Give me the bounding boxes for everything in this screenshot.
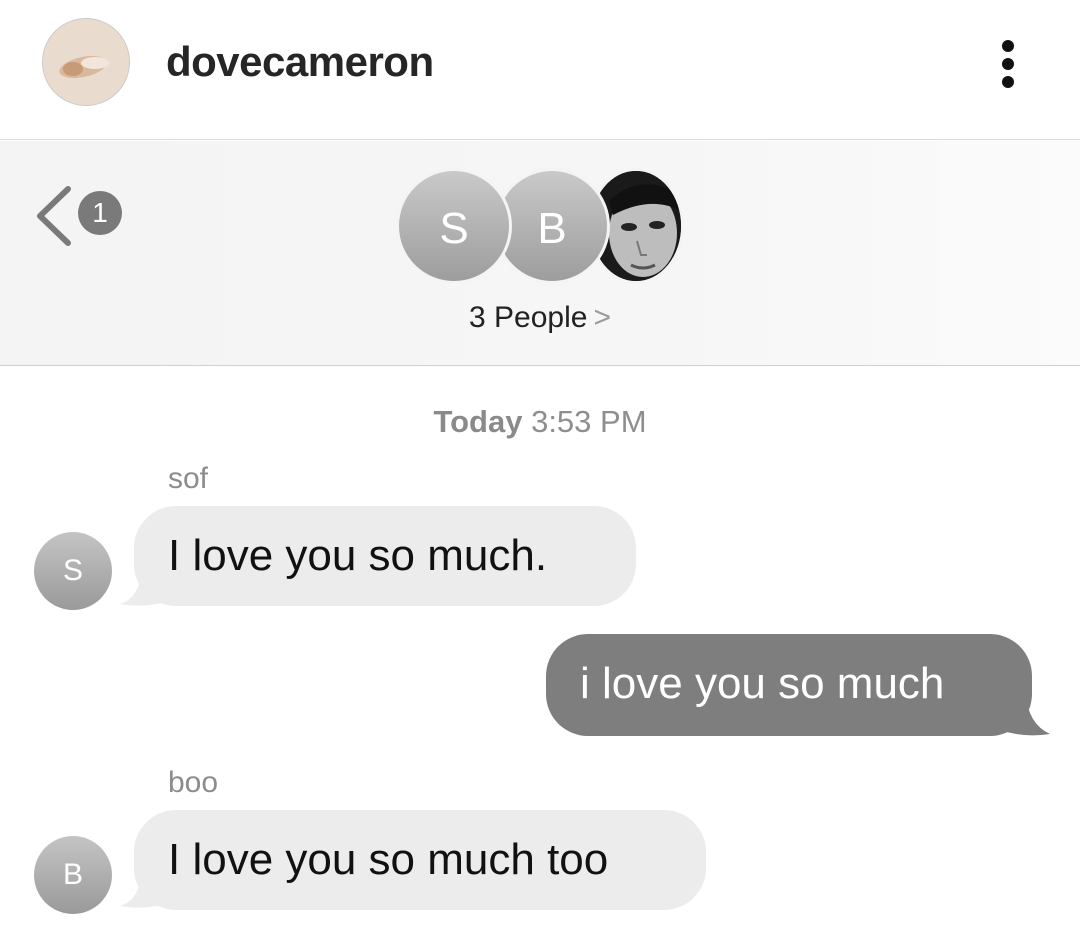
messages-header: 1 S B 3 People > xyxy=(0,141,1080,366)
sender-avatar[interactable]: S xyxy=(34,532,112,610)
sender-name: boo xyxy=(168,766,219,799)
profile-avatar[interactable] xyxy=(42,18,130,106)
chevron-right-icon: > xyxy=(593,301,611,334)
participants-label: 3 People xyxy=(469,301,588,334)
participants-button[interactable]: 3 People > xyxy=(0,301,1080,335)
post-header: dovecameron xyxy=(0,0,1080,140)
sender-name: sof xyxy=(168,462,209,495)
timestamp-time: 3:53 PM xyxy=(531,404,647,439)
message-timestamp: Today 3:53 PM xyxy=(0,404,1080,440)
back-button[interactable]: 1 xyxy=(30,183,130,249)
unread-count-badge: 1 xyxy=(78,191,122,235)
sender-avatar[interactable]: B xyxy=(34,836,112,914)
message-bubble-outgoing[interactable]: i love you so much xyxy=(546,634,1032,736)
profile-photo-icon xyxy=(43,19,129,105)
message-text: I love you so much. xyxy=(168,531,548,580)
timestamp-day: Today xyxy=(433,404,523,439)
username[interactable]: dovecameron xyxy=(166,38,434,86)
message-text: I love you so much too xyxy=(168,835,609,884)
group-avatars[interactable]: S B xyxy=(396,168,686,284)
participant-avatar: S xyxy=(396,168,512,284)
chevron-left-icon xyxy=(37,186,71,246)
message-bubble-incoming[interactable]: I love you so much too xyxy=(134,810,706,910)
message-bubble-incoming[interactable]: I love you so much. xyxy=(134,506,636,606)
message-text: i love you so much xyxy=(580,659,945,708)
more-vertical-icon[interactable] xyxy=(990,36,1026,92)
